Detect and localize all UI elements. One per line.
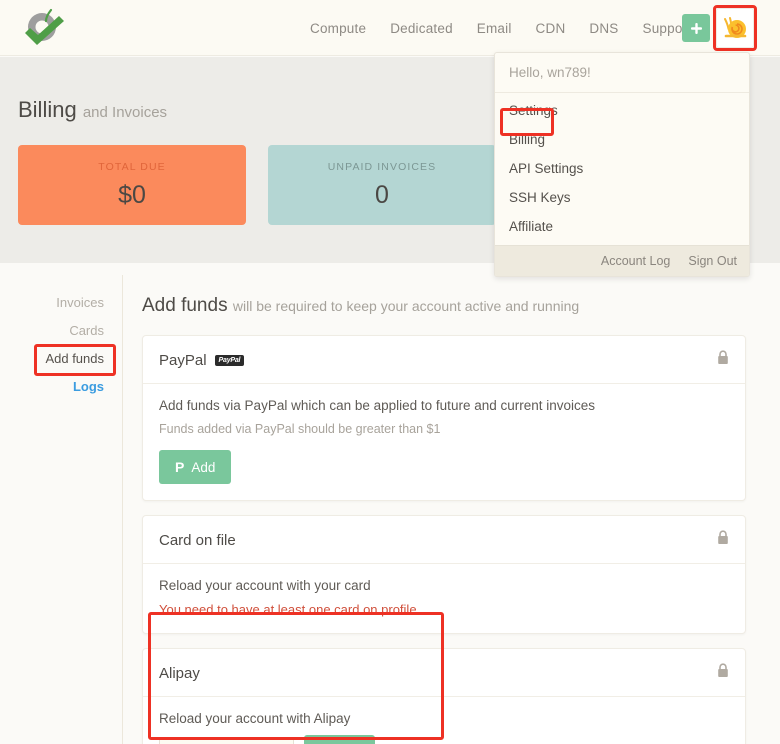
stat-label-total-due: TOTAL DUE	[98, 161, 165, 173]
alipay-card-header: Alipay	[143, 649, 745, 697]
alipay-amount-wrapper: $	[159, 737, 294, 744]
billing-page: Compute Dedicated Email CDN DNS Support	[0, 0, 780, 744]
alipay-payment-row: $ $ Add	[159, 735, 729, 744]
card-on-file-description: Reload your account with your card	[159, 578, 729, 593]
section-heading: Add funds will be required to keep your …	[142, 295, 762, 317]
account-log-link[interactable]: Account Log	[601, 254, 671, 268]
dropdown-item-ssh-keys[interactable]: SSH Keys	[495, 183, 749, 212]
dropdown-item-api-settings[interactable]: API Settings	[495, 154, 749, 183]
card-on-file-header: Card on file	[143, 516, 745, 564]
section-heading-sub: will be required to keep your account ac…	[233, 298, 579, 314]
nav-item-cdn[interactable]: CDN	[536, 21, 566, 36]
sidebar-item-logs[interactable]: Logs	[73, 379, 104, 394]
paypal-card-body: Add funds via PayPal which can be applie…	[143, 384, 745, 500]
nav-item-email[interactable]: Email	[477, 21, 512, 36]
sidebar-item-cards[interactable]: Cards	[69, 323, 104, 338]
card-on-file-body: Reload your account with your card You n…	[143, 564, 745, 633]
paypal-add-button-label: Add	[191, 460, 215, 475]
top-navigation-bar: Compute Dedicated Email CDN DNS Support	[0, 0, 780, 56]
nav-item-dedicated[interactable]: Dedicated	[390, 21, 453, 36]
stat-label-unpaid-invoices: UNPAID INVOICES	[328, 161, 437, 173]
section-heading-main: Add funds	[142, 295, 228, 316]
sidebar-item-invoices[interactable]: Invoices	[56, 295, 104, 310]
alipay-card-body: Reload your account with Alipay $ $ Add	[143, 697, 745, 744]
alipay-add-button[interactable]: $ Add	[304, 735, 375, 744]
page-title-sub: and Invoices	[83, 104, 167, 121]
page-title-main: Billing	[18, 97, 77, 122]
user-avatar-button[interactable]	[716, 8, 754, 48]
add-funds-content: Add funds will be required to keep your …	[142, 295, 762, 744]
sidebar-divider	[122, 275, 123, 744]
dropdown-footer: Account Log Sign Out	[495, 245, 749, 276]
add-new-button[interactable]	[682, 14, 710, 42]
billing-sidebar: Invoices Cards Add funds Logs	[0, 295, 122, 394]
stat-card-total-due: TOTAL DUE $0	[18, 145, 246, 225]
alipay-description: Reload your account with Alipay	[159, 711, 729, 726]
sidebar-item-add-funds[interactable]: Add funds	[45, 351, 104, 366]
alipay-card-title: Alipay	[159, 665, 200, 682]
paypal-note: Funds added via PayPal should be greater…	[159, 422, 729, 436]
paypal-glyph-icon: P	[175, 459, 184, 475]
paypal-card: PayPal PayPal Add funds via PayPal which…	[142, 335, 746, 501]
dropdown-item-billing[interactable]: Billing	[495, 125, 749, 154]
snail-avatar-icon	[721, 15, 749, 41]
stat-value-unpaid-invoices: 0	[375, 181, 389, 210]
sign-out-link[interactable]: Sign Out	[688, 254, 737, 268]
dropdown-item-affiliate[interactable]: Affiliate	[495, 212, 749, 241]
dropdown-item-settings[interactable]: Settings	[495, 96, 749, 125]
paypal-logo-badge: PayPal	[215, 355, 245, 366]
nav-item-compute[interactable]: Compute	[310, 21, 366, 36]
lock-icon	[717, 350, 729, 370]
paypal-card-header: PayPal PayPal	[143, 336, 745, 384]
site-logo[interactable]	[14, 2, 70, 54]
stat-value-total-due: $0	[118, 181, 146, 210]
paypal-add-button[interactable]: P Add	[159, 450, 231, 484]
card-on-file-card: Card on file Reload your account with yo…	[142, 515, 746, 634]
main-nav: Compute Dedicated Email CDN DNS Support	[310, 0, 691, 56]
stat-card-unpaid-invoices: UNPAID INVOICES 0	[268, 145, 496, 225]
alipay-amount-input[interactable]	[159, 737, 294, 744]
dropdown-menu-list: Settings Billing API Settings SSH Keys A…	[495, 93, 749, 245]
paypal-description: Add funds via PayPal which can be applie…	[159, 398, 729, 413]
dropdown-greeting: Hello, wn789!	[495, 53, 749, 93]
alipay-card: Alipay Reload your account with Alipay $	[142, 648, 746, 744]
snail-logo-icon	[17, 6, 67, 50]
paypal-card-title: PayPal	[159, 352, 207, 369]
card-on-file-error: You need to have at least one card on pr…	[159, 602, 729, 617]
lock-icon	[717, 530, 729, 550]
nav-item-dns[interactable]: DNS	[589, 21, 618, 36]
plus-icon	[690, 22, 703, 35]
card-on-file-title: Card on file	[159, 532, 236, 549]
user-account-dropdown: Hello, wn789! Settings Billing API Setti…	[494, 52, 750, 277]
page-title: Billing and Invoices	[18, 97, 167, 123]
lock-icon	[717, 663, 729, 683]
